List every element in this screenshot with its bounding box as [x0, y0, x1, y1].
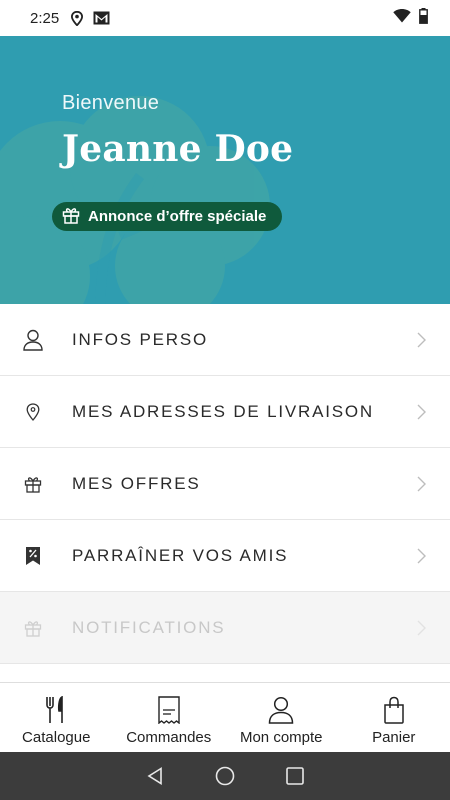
nav-mon-compte[interactable]: Mon compte: [225, 683, 338, 752]
menu-item-label: NOTIFICATIONS: [72, 617, 226, 637]
gift-icon: [62, 206, 80, 228]
fork-knife-icon: [45, 695, 67, 725]
gmail-icon: [93, 11, 110, 25]
menu-item-infos-perso[interactable]: INFOS PERSO: [0, 304, 450, 376]
wifi-icon: [393, 8, 411, 28]
special-offer-button[interactable]: Annonce d’offre spéciale: [52, 202, 283, 231]
chevron-right-icon: [417, 332, 426, 348]
chevron-right-icon: [417, 548, 426, 564]
menu-item-mes-offres[interactable]: MES OFFRES: [0, 448, 450, 520]
shopping-bag-icon: [383, 695, 405, 725]
nav-label: Mon compte: [239, 729, 323, 746]
account-menu: INFOS PERSO MES ADRESSES DE LIVRAISON ME…: [0, 304, 450, 664]
gift-icon: [22, 475, 44, 493]
user-name: Jeanne Doe: [62, 128, 294, 170]
person-icon: [22, 329, 44, 351]
menu-item-label: MES ADRESSES DE LIVRAISON: [72, 401, 374, 421]
receipt-icon: [158, 695, 180, 725]
nav-catalogue[interactable]: Catalogue: [0, 683, 113, 752]
chevron-right-icon: [417, 404, 426, 420]
status-bar: 2:25: [0, 0, 450, 36]
battery-icon: [419, 7, 428, 29]
referral-tag-icon: [22, 546, 44, 566]
menu-item-notifications[interactable]: NOTIFICATIONS: [0, 592, 450, 664]
back-icon[interactable]: [120, 752, 190, 800]
location-pin-icon: [22, 402, 44, 421]
menu-item-parrainer-amis[interactable]: PARRAÎNER VOS AMIS: [0, 520, 450, 592]
nav-panier[interactable]: Panier: [338, 683, 450, 752]
gift-icon: [22, 619, 44, 637]
menu-item-adresses-livraison[interactable]: MES ADRESSES DE LIVRAISON: [0, 376, 450, 448]
menu-item-label: PARRAÎNER VOS AMIS: [72, 545, 289, 565]
profile-header: Bienvenue Jeanne Doe Annonce d’offre spé…: [0, 36, 450, 304]
chevron-right-icon: [417, 620, 426, 636]
system-navigation-bar: [0, 752, 450, 800]
nav-label: Catalogue: [22, 729, 91, 746]
chevron-right-icon: [417, 476, 426, 492]
bottom-navigation: Catalogue Commandes Mon compte Panier: [0, 682, 450, 752]
menu-item-label: INFOS PERSO: [72, 329, 208, 349]
welcome-greeting: Bienvenue: [62, 92, 160, 114]
nav-label: Panier: [372, 729, 416, 746]
nav-label: Commandes: [126, 729, 212, 746]
menu-item-label: MES OFFRES: [72, 473, 201, 493]
recents-icon[interactable]: [260, 752, 330, 800]
home-icon[interactable]: [190, 752, 260, 800]
special-offer-label: Annonce d’offre spéciale: [88, 208, 267, 225]
nav-commandes[interactable]: Commandes: [113, 683, 226, 752]
person-icon: [268, 695, 294, 725]
status-time: 2:25: [30, 9, 60, 27]
location-icon: [71, 10, 84, 26]
